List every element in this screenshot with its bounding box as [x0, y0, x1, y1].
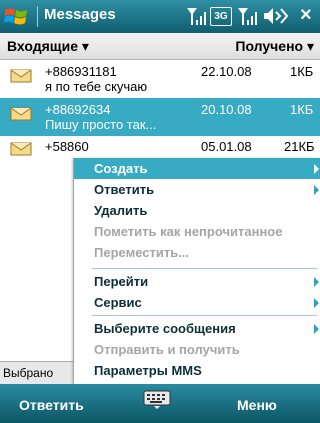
submenu-arrow-icon — [314, 324, 319, 334]
menu-item-create[interactable]: Создать — [74, 158, 320, 179]
menu-divider — [92, 315, 317, 316]
menu-item-delete[interactable]: Удалить — [74, 200, 320, 221]
windows-start-icon[interactable] — [3, 4, 29, 30]
submenu-arrow-icon — [314, 277, 319, 287]
message-sender: +88692634 — [45, 102, 111, 117]
message-row[interactable]: +88692634 20.10.08 1КБ Пишу просто так..… — [0, 98, 320, 136]
title-separator — [37, 6, 38, 27]
menu-item-move[interactable]: Переместить... — [74, 242, 320, 263]
submenu-arrow-icon — [314, 298, 319, 308]
softkey-bar: Ответить Меню — [0, 384, 320, 423]
chevron-down-icon: ▾ — [306, 38, 314, 54]
envelope-icon — [10, 142, 32, 156]
tab-selected[interactable]: Выбрано — [0, 361, 74, 385]
tab-label: Выбрано — [3, 366, 54, 380]
submenu-arrow-icon — [314, 185, 319, 195]
folder-label: Входящие — [7, 38, 78, 54]
sort-dropdown[interactable]: Получено ▾ — [235, 38, 314, 55]
submenu-arrow-icon — [314, 164, 319, 174]
volume-icon[interactable] — [262, 5, 290, 27]
menu-item-reply[interactable]: Ответить — [74, 179, 320, 200]
signal-icon[interactable] — [186, 5, 206, 27]
message-sender: +886931181 — [45, 64, 117, 79]
message-size: 1КБ — [290, 102, 314, 117]
message-row[interactable]: +58860 05.01.08 21КБ — [0, 136, 320, 158]
menu-divider — [92, 268, 317, 269]
app-title: Messages — [44, 6, 116, 23]
menu-item-mark-unread[interactable]: Пометить как непрочитанное — [74, 221, 320, 242]
reply-softkey[interactable]: Ответить — [19, 397, 84, 413]
message-date: 22.10.08 — [201, 64, 252, 79]
message-preview: я по тебе скучаю — [45, 79, 148, 94]
chevron-down-icon: ▾ — [81, 38, 89, 54]
title-bar: Messages 3G × — [0, 0, 320, 33]
menu-item-goto[interactable]: Перейти — [74, 271, 320, 292]
message-size: 1КБ — [290, 64, 314, 79]
context-menu: Создать Ответить Удалить Пометить как не… — [73, 158, 320, 384]
menu-item-tools[interactable]: Сервис — [74, 292, 320, 313]
message-sender: +58860 — [45, 139, 89, 154]
envelope-icon — [10, 69, 32, 83]
menu-softkey[interactable]: Меню — [237, 397, 277, 413]
keyboard-icon[interactable] — [140, 388, 174, 410]
menu-item-send-receive[interactable]: Отправить и получить — [74, 339, 320, 360]
message-row[interactable]: +886931181 22.10.08 1КБ я по тебе скучаю — [0, 60, 320, 98]
menu-item-mms-settings[interactable]: Параметры MMS — [74, 360, 320, 381]
folder-dropdown[interactable]: Входящие ▾ — [7, 38, 89, 55]
message-preview: Пишу просто так... — [45, 117, 157, 132]
menu-item-select-messages[interactable]: Выберите сообщения — [74, 318, 320, 339]
envelope-icon — [10, 107, 32, 121]
message-date: 05.01.08 — [201, 139, 252, 154]
network-3g-badge: 3G — [210, 7, 232, 26]
sort-label: Получено — [235, 38, 304, 54]
list-header: Входящие ▾ Получено ▾ — [0, 33, 320, 60]
message-date: 20.10.08 — [201, 102, 252, 117]
signal-icon[interactable] — [237, 5, 257, 27]
message-size: 21КБ — [284, 139, 315, 154]
close-icon[interactable]: × — [300, 4, 312, 27]
